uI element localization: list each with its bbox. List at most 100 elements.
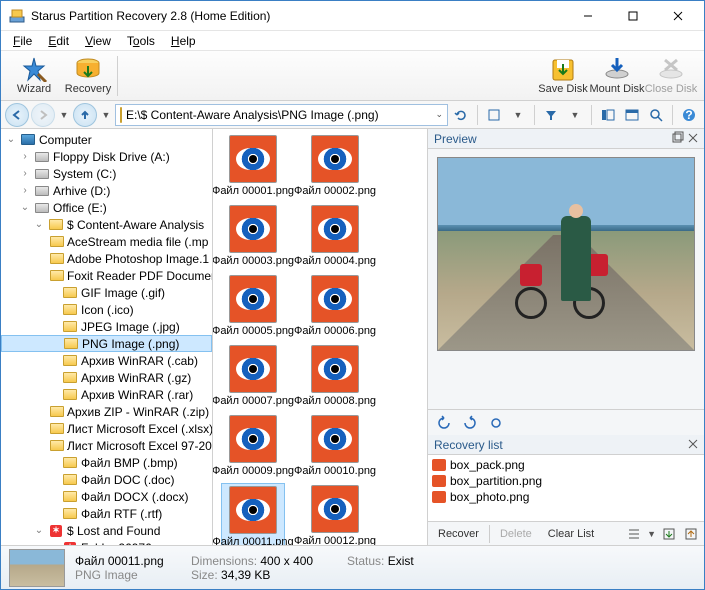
- menu-view[interactable]: View: [77, 32, 119, 50]
- file-thumbnail[interactable]: Файл 00001.png: [221, 133, 285, 199]
- nav-up-dropdown[interactable]: ▼: [99, 104, 113, 126]
- png-file-icon: [432, 459, 446, 471]
- tree-panel[interactable]: ⌄Computer›Floppy Disk Drive (A:)›System …: [1, 129, 213, 545]
- file-thumbnail[interactable]: Файл 00005.png: [221, 273, 285, 339]
- help-button[interactable]: ?: [678, 104, 700, 126]
- nav-history-dropdown[interactable]: ▼: [57, 104, 71, 126]
- file-name: Файл 00001.png: [213, 185, 294, 197]
- status-status-label: Status:: [347, 554, 384, 568]
- recovery-list-item[interactable]: box_photo.png: [432, 489, 700, 505]
- recover-button[interactable]: Recover: [432, 526, 485, 542]
- preview-title: Preview: [434, 132, 668, 146]
- rotate-left-icon[interactable]: [436, 415, 452, 431]
- clear-list-button[interactable]: Clear List: [542, 526, 600, 542]
- file-name: Файл 00006.png: [294, 325, 376, 337]
- menu-tools[interactable]: Tools: [119, 32, 163, 50]
- preview-popout-icon[interactable]: [672, 131, 684, 146]
- status-thumbnail: [9, 549, 65, 587]
- tree-folder[interactable]: GIF Image (.gif): [1, 284, 212, 301]
- file-thumbnail[interactable]: Файл 00007.png: [221, 343, 285, 409]
- file-thumbnail[interactable]: Файл 00003.png: [221, 203, 285, 269]
- file-thumbnail[interactable]: Файл 00004.png: [303, 203, 367, 269]
- files-panel[interactable]: Файл 00001.png Файл 00002.png Файл 00003.p…: [213, 129, 427, 545]
- png-file-icon: [432, 475, 446, 487]
- status-bar: Файл 00011.png Dimensions: 400 x 400 Sta…: [1, 545, 704, 589]
- recovery-list-item[interactable]: box_pack.png: [432, 457, 700, 473]
- file-name: Файл 00010.png: [294, 465, 376, 477]
- tree-folder[interactable]: Файл RTF (.rtf): [1, 505, 212, 522]
- tree-content-aware[interactable]: ⌄$ Content-Aware Analysis: [1, 216, 212, 233]
- save-disk-button[interactable]: Save Disk: [536, 53, 590, 99]
- tree-folder[interactable]: Adobe Photoshop Image.1: [1, 250, 212, 267]
- tree-computer[interactable]: ⌄Computer: [1, 131, 212, 148]
- file-thumbnail[interactable]: Файл 00011.png: [221, 483, 285, 545]
- tree-folder[interactable]: Архив WinRAR (.cab): [1, 352, 212, 369]
- recovery-list-header: Recovery list: [428, 435, 704, 455]
- maximize-button[interactable]: [610, 2, 655, 30]
- png-file-icon: [311, 345, 359, 393]
- tree-folder[interactable]: Лист Microsoft Excel (.xlsx): [1, 420, 212, 437]
- tree-folder[interactable]: Foxit Reader PDF Documen: [1, 267, 212, 284]
- tree-folder[interactable]: Файл DOC (.doc): [1, 471, 212, 488]
- tree-folder[interactable]: Файл DOCX (.docx): [1, 488, 212, 505]
- file-thumbnail[interactable]: Файл 00009.png: [221, 413, 285, 479]
- file-thumbnail[interactable]: Файл 00010.png: [303, 413, 367, 479]
- tree-folder[interactable]: AceStream media file (.mp: [1, 233, 212, 250]
- list-view-dropdown[interactable]: ▼: [647, 529, 656, 539]
- tree-drive[interactable]: ›System (C:): [1, 165, 212, 182]
- import-icon[interactable]: [682, 525, 700, 543]
- filter-dropdown[interactable]: ▼: [564, 104, 586, 126]
- filter-button[interactable]: [540, 104, 562, 126]
- tree-drive[interactable]: ›Floppy Disk Drive (A:): [1, 148, 212, 165]
- png-file-icon: [229, 486, 277, 534]
- nav-up-button[interactable]: [73, 103, 97, 127]
- panel-toggle-1[interactable]: [597, 104, 619, 126]
- recovery-item-name: box_pack.png: [450, 458, 525, 472]
- tree-folder[interactable]: Архив WinRAR (.rar): [1, 386, 212, 403]
- tree-folder[interactable]: Файл BMP (.bmp): [1, 454, 212, 471]
- menu-edit[interactable]: Edit: [40, 32, 77, 50]
- address-field[interactable]: ⌄: [115, 104, 448, 126]
- list-view-icon[interactable]: [625, 525, 643, 543]
- menu-file[interactable]: File: [5, 32, 40, 50]
- rotate-180-icon[interactable]: [488, 415, 504, 431]
- search-button[interactable]: [645, 104, 667, 126]
- nav-forward-button[interactable]: [31, 103, 55, 127]
- recovery-list[interactable]: box_pack.pngbox_partition.pngbox_photo.p…: [428, 455, 704, 521]
- mount-disk-button[interactable]: Mount Disk: [590, 53, 644, 99]
- preview-close-icon[interactable]: [688, 132, 698, 146]
- recovery-button[interactable]: Recovery: [61, 53, 115, 99]
- tree-folder[interactable]: JPEG Image (.jpg): [1, 318, 212, 335]
- tree-folder[interactable]: Архив ZIP - WinRAR (.zip): [1, 403, 212, 420]
- file-thumbnail[interactable]: Файл 00002.png: [303, 133, 367, 199]
- window-titlebar: Starus Partition Recovery 2.8 (Home Edit…: [1, 1, 704, 31]
- tree-drive[interactable]: ›Arhive (D:): [1, 182, 212, 199]
- file-thumbnail[interactable]: Файл 00008.png: [303, 343, 367, 409]
- wizard-button[interactable]: Wizard: [7, 53, 61, 99]
- close-button[interactable]: [655, 2, 700, 30]
- view-dropdown[interactable]: ▼: [507, 104, 529, 126]
- refresh-button[interactable]: [450, 104, 472, 126]
- png-file-icon: [229, 345, 277, 393]
- tree-lost-found[interactable]: ⌄✶$ Lost and Found: [1, 522, 212, 539]
- export-icon[interactable]: [660, 525, 678, 543]
- recovery-list-close-icon[interactable]: [688, 438, 698, 452]
- address-input[interactable]: [126, 108, 431, 122]
- view-large-button[interactable]: [483, 104, 505, 126]
- file-thumbnail[interactable]: Файл 00006.png: [303, 273, 367, 339]
- file-name: Файл 00011.png: [213, 536, 294, 545]
- tree-folder[interactable]: Архив WinRAR (.gz): [1, 369, 212, 386]
- nav-back-button[interactable]: [5, 103, 29, 127]
- png-file-icon: [311, 485, 359, 533]
- tree-folder[interactable]: PNG Image (.png): [1, 335, 212, 352]
- menu-help[interactable]: Help: [163, 32, 204, 50]
- rotate-right-icon[interactable]: [462, 415, 478, 431]
- tree-folder[interactable]: Icon (.ico): [1, 301, 212, 318]
- address-dropdown[interactable]: ⌄: [435, 109, 443, 120]
- file-thumbnail[interactable]: Файл 00012.png: [303, 483, 367, 545]
- minimize-button[interactable]: [565, 2, 610, 30]
- recovery-list-item[interactable]: box_partition.png: [432, 473, 700, 489]
- tree-drive[interactable]: ⌄Office (E:): [1, 199, 212, 216]
- tree-folder[interactable]: Лист Microsoft Excel 97-20: [1, 437, 212, 454]
- panel-toggle-2[interactable]: [621, 104, 643, 126]
